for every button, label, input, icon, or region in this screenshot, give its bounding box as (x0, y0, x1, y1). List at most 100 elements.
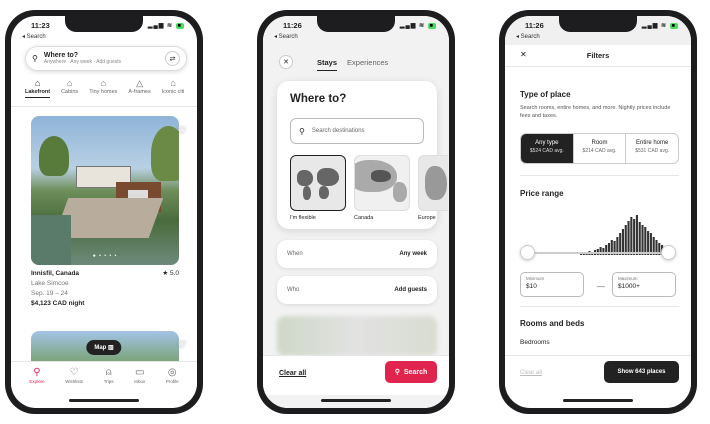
tab-wishlists[interactable]: ♡ Wishlists (65, 362, 83, 395)
explore-screen: 11:23 ▂▄▆ ≋ ■ ◂ Search ⚲ Where to? Anywh… (11, 16, 197, 408)
battery-icon: ■ (669, 23, 678, 29)
tab-stays[interactable]: Stays (317, 58, 338, 71)
option-price: $531 CAD avg. (635, 148, 670, 154)
tab-label: Trips (103, 379, 114, 384)
status-icons: ▂▄▆ ≋ ■ (147, 23, 184, 29)
search-header: ✕ Stays Experiences (263, 51, 449, 81)
tab-label: Inbox (134, 379, 146, 384)
back-link[interactable]: ◂ Search (516, 33, 540, 40)
price-histogram (580, 215, 675, 255)
max-price-label: Maximum (618, 276, 638, 281)
when-row[interactable]: When Any week (277, 240, 437, 268)
clear-all-link[interactable]: Clear all (520, 370, 542, 376)
region-europe[interactable]: Europe (418, 155, 448, 221)
status-icons: ▂▄▆ ≋ ■ (641, 23, 678, 29)
tree (39, 136, 69, 176)
category-iconic-cities[interactable]: ⌂ Iconic citi (162, 78, 185, 98)
range-dash: — (597, 282, 605, 291)
tab-experiences[interactable]: Experiences (347, 58, 388, 71)
tab-trips[interactable]: ⍝ Trips (104, 362, 114, 395)
category-label: Lakefront (25, 89, 51, 95)
when-label: When (287, 251, 303, 257)
heart-icon[interactable]: ♡ (177, 127, 187, 137)
status-bar: 11:23 ▂▄▆ ≋ ■ (11, 21, 197, 33)
type-of-place-desc: Search rooms, entire homes, and more. Ni… (520, 105, 671, 119)
continent (425, 166, 447, 200)
search-icon: ⚲ (33, 367, 41, 378)
map-icon: ▥ (108, 345, 114, 351)
listing-photo[interactable]: ● • • • • (31, 116, 179, 265)
tab-profile[interactable]: ◎ Profile (166, 362, 179, 395)
filters-header: ✕ Filters (505, 43, 691, 67)
category-bar: ⌂ Lakefront ⌂ Cabins ⌂ Tiny homes △ A-frames… (25, 78, 197, 98)
option-room[interactable]: Room $214 CAD avg. (572, 134, 626, 163)
search-title: Where to? (43, 52, 79, 59)
destination-search-input[interactable]: ⚲ Search destinations (290, 118, 424, 144)
category-tiny-homes[interactable]: ⌂ Tiny homes (89, 78, 117, 98)
back-link[interactable]: ◂ Search (22, 33, 46, 40)
tab-label: Explore (29, 379, 45, 384)
region-canada[interactable]: Canada (354, 155, 410, 221)
divider (520, 306, 679, 307)
search-footer: Clear all ⚲ Search (263, 355, 449, 395)
listing-details[interactable]: Innisfil, Canada ★ 5.0 Lake Simcoe Sep. … (31, 269, 179, 309)
water (31, 215, 71, 265)
continent (319, 186, 329, 199)
show-places-button[interactable]: Show 643 places (604, 361, 679, 383)
map-button[interactable]: Map ▥ (86, 340, 122, 355)
canada-map-icon (354, 155, 410, 211)
option-label: Any type (535, 140, 559, 146)
region-flexible[interactable]: I'm flexible (290, 155, 346, 221)
continent (393, 182, 407, 202)
max-price-input[interactable]: Maximum $1000+ (612, 272, 676, 297)
price-slider-track (527, 252, 671, 254)
battery-icon: ■ (175, 23, 184, 29)
tab-explore[interactable]: ⚲ Explore (29, 362, 44, 395)
destination-placeholder: Search destinations (311, 128, 365, 134)
region-list: I'm flexible Canada Europe (290, 155, 448, 221)
option-label: Entire home (636, 140, 669, 146)
min-price-label: Minimum (526, 276, 545, 281)
filter-icon[interactable]: ⇄ (165, 51, 180, 66)
search-screen: 11:26 ▂▄▆ ≋ ■ ◂ Search ✕ Stays Experienc… (263, 16, 449, 408)
filters-screen: 11:26 ▂▄▆ ≋ ■ ◂ Search ✕ Filters Type of… (505, 16, 691, 408)
where-heading: Where to? (290, 93, 347, 105)
status-time: 11:26 (283, 21, 302, 30)
min-price-handle[interactable] (520, 245, 535, 260)
battery-icon: ■ (427, 23, 436, 29)
status-icons: ▂▄▆ ≋ ■ (399, 23, 436, 29)
status-time: 11:23 (31, 21, 50, 30)
category-label: A-frames (128, 89, 151, 95)
histogram-bar (641, 225, 644, 255)
back-link[interactable]: ◂ Search (274, 33, 298, 40)
close-icon[interactable]: ✕ (279, 55, 293, 69)
listing-dates: Sep. 19 – 24 (31, 290, 68, 297)
category-lakefront[interactable]: ⌂ Lakefront (25, 78, 51, 98)
max-price-handle[interactable] (661, 245, 676, 260)
histogram-bar (630, 217, 633, 255)
home-indicator (69, 399, 139, 402)
message-icon: ▭ (134, 367, 145, 378)
status-time: 11:26 (525, 21, 544, 30)
tab-bar: ⚲ Explore ♡ Wishlists ⍝ Trips ▭ Inbox ◎ Profi… (11, 361, 197, 395)
who-row[interactable]: Who Add guests (277, 276, 437, 304)
tab-inbox[interactable]: ▭ Inbox (134, 362, 145, 395)
search-icon: ⚲ (299, 126, 305, 136)
option-any-type[interactable]: Any type $524 CAD avg. (521, 134, 573, 163)
listing-city: Innisfil, Canada (31, 270, 80, 277)
iconic-cities-icon: ⌂ (170, 78, 176, 88)
search-button[interactable]: ⚲ Search (385, 361, 437, 383)
heart-icon[interactable]: ♡ (177, 341, 187, 351)
clear-all-link[interactable]: Clear all (279, 370, 306, 377)
category-cabins[interactable]: ⌂ Cabins (61, 78, 78, 98)
search-bar[interactable]: ⚲ Where to? Anywhere · Any week · Add gu… (25, 46, 187, 71)
category-a-frames[interactable]: △ A-frames (128, 78, 150, 98)
tab-label: Profile (165, 379, 179, 384)
histogram-bar (638, 222, 641, 255)
phone-filters: 11:26 ▂▄▆ ≋ ■ ◂ Search ✕ Filters Type of… (499, 10, 697, 414)
a-frame-icon: △ (136, 78, 144, 88)
option-entire-home[interactable]: Entire home $531 CAD avg. (625, 134, 678, 163)
home-indicator (563, 399, 633, 402)
continent (317, 168, 339, 186)
min-price-input[interactable]: Minimum $10 (520, 272, 584, 297)
